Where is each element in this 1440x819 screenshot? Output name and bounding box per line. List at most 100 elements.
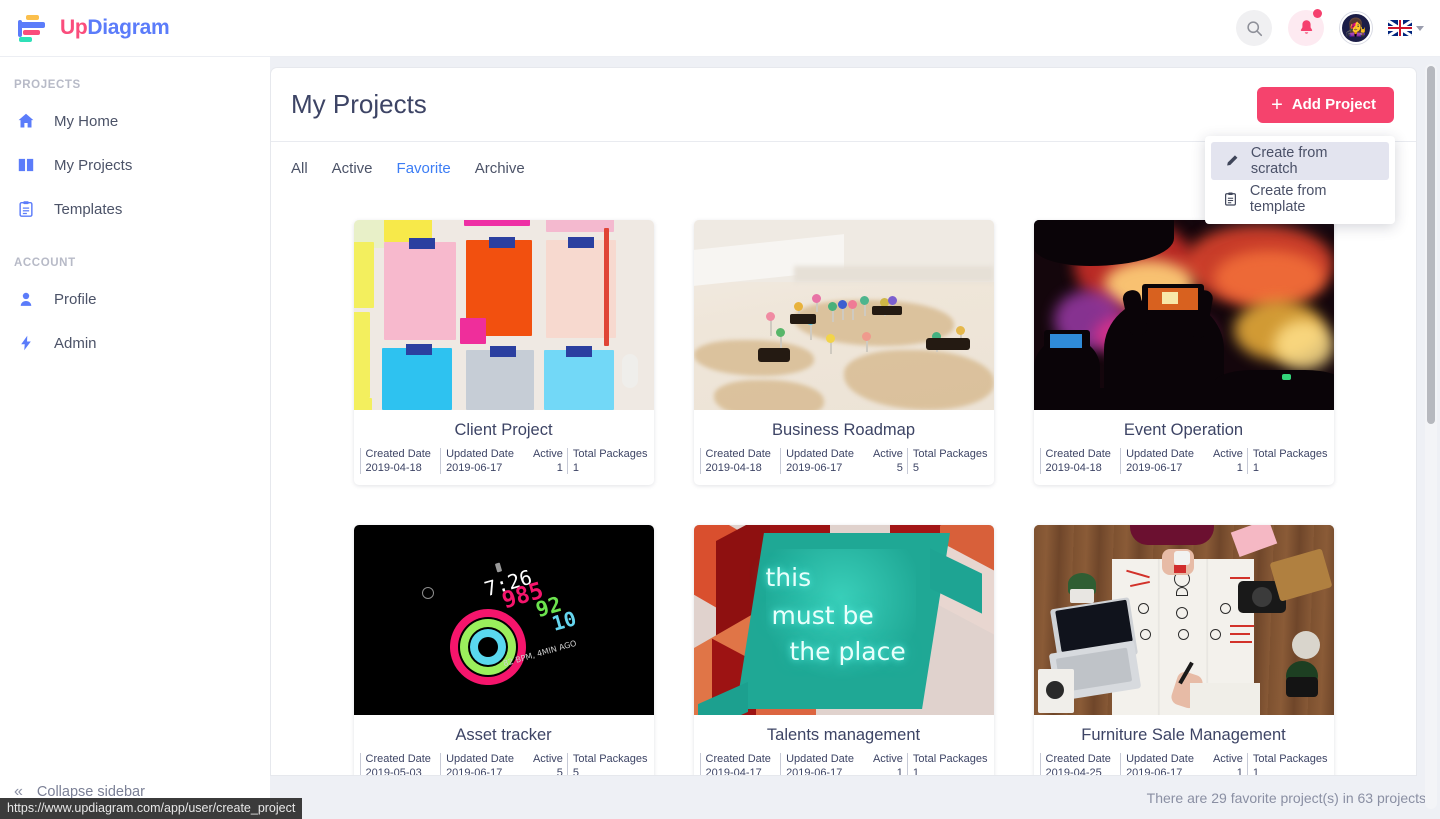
sidebar-item-admin[interactable]: Admin [0, 321, 270, 365]
menu-item-label: Create from template [1249, 183, 1327, 215]
menu-item-create-from-scratch[interactable]: Create from scratch [1211, 142, 1389, 180]
meta-value-created: 2019-04-17 [705, 767, 762, 775]
page-scrollbar[interactable] [1425, 64, 1437, 809]
project-card[interactable]: this must be the place Talents managemen… [693, 525, 994, 775]
sidebar-item-profile[interactable]: Profile [0, 277, 270, 321]
project-meta: Created Date 2019-05-03 Updated Date 201… [354, 753, 654, 775]
meta-label-created: Created Date [705, 448, 771, 460]
logo-text-up: Up [60, 16, 88, 39]
neon-line-3: the place [789, 637, 906, 666]
project-card[interactable]: Business Roadmap Created Date 2019-04-18… [693, 220, 994, 485]
meta-value-total: 1 [912, 767, 920, 775]
project-thumbnail-map-pins [693, 220, 994, 410]
project-card[interactable]: Furniture Sale Management Created Date 2… [1033, 525, 1334, 775]
meta-label-updated: Updated Date [1126, 448, 1194, 460]
meta-value-total: 5 [572, 767, 580, 775]
meta-label-total: Total Packages [1252, 448, 1328, 460]
meta-value-active: 1 [1236, 767, 1243, 775]
meta-label-created: Created Date [365, 448, 431, 460]
tab-all[interactable]: All [291, 160, 308, 177]
sidebar-item-templates[interactable]: Templates [0, 187, 270, 231]
bell-icon [1300, 20, 1312, 34]
projects-summary-text: There are 29 favorite project(s) in 63 p… [1146, 790, 1426, 806]
add-project-button[interactable]: + Add Project [1257, 86, 1394, 123]
project-title: Furniture Sale Management [1081, 726, 1286, 744]
user-avatar[interactable]: 👩‍🎤 [1340, 12, 1372, 44]
uk-flag-icon [1388, 20, 1412, 36]
clipboard-icon [16, 200, 36, 218]
page-title: My Projects [291, 89, 427, 119]
meta-label-active: Active [1212, 448, 1243, 460]
add-project-dropdown-menu: Create from scratch Create from template [1205, 136, 1395, 224]
scrollbar-thumb[interactable] [1427, 66, 1435, 424]
meta-label-created: Created Date [1045, 448, 1111, 460]
home-icon [16, 112, 36, 130]
project-card[interactable]: Client Project Created Date 2019-04-18 U… [353, 220, 654, 485]
meta-label-total: Total Packages [912, 448, 988, 460]
menu-item-label: Create from scratch [1250, 145, 1328, 177]
menu-item-create-from-template[interactable]: Create from template [1211, 180, 1389, 218]
meta-label-active: Active [872, 448, 903, 460]
meta-label-updated: Updated Date [446, 753, 514, 765]
tab-favorite[interactable]: Favorite [397, 160, 451, 177]
meta-value-active: 5 [556, 767, 563, 775]
meta-value-active: 1 [896, 767, 903, 775]
clipboard-icon [1223, 191, 1239, 207]
tab-active[interactable]: Active [332, 160, 373, 177]
sidebar-section-projects-label: PROJECTS [14, 79, 81, 91]
meta-value-updated: 2019-06-17 [1126, 462, 1183, 474]
projects-grid: Client Project Created Date 2019-04-18 U… [271, 220, 1416, 775]
project-card[interactable]: 7:26 985 92 10 82 BPM, 4MIN AGO Asset tr… [353, 525, 654, 775]
meta-value-active: 1 [1236, 462, 1243, 474]
notification-badge-dot [1313, 9, 1322, 18]
search-icon [1246, 20, 1262, 36]
language-selector[interactable] [1388, 20, 1424, 36]
bolt-icon [16, 334, 36, 352]
project-thumbnail-concert [1033, 220, 1334, 410]
meta-label-created: Created Date [705, 753, 771, 765]
meta-value-updated: 2019-06-17 [446, 462, 503, 474]
project-title: Client Project [454, 421, 553, 439]
meta-label-updated: Updated Date [786, 448, 854, 460]
project-meta: Created Date 2019-04-17 Updated Date 201… [694, 753, 994, 775]
logo-text: UpDiagram [60, 16, 170, 40]
project-thumbnail-sticky-notes [353, 220, 654, 410]
sidebar-item-label: My Home [54, 112, 119, 130]
meta-value-created: 2019-04-18 [365, 462, 422, 474]
meta-value-total: 1 [572, 462, 580, 474]
sidebar-item-label: My Projects [54, 156, 133, 174]
meta-value-total: 5 [912, 462, 920, 474]
meta-label-updated: Updated Date [446, 448, 514, 460]
meta-value-created: 2019-04-18 [1045, 462, 1102, 474]
book-icon [16, 156, 36, 174]
project-title: Talents management [766, 726, 921, 744]
project-card[interactable]: Event Operation Created Date 2019-04-18 … [1033, 220, 1334, 485]
meta-label-active: Active [532, 753, 563, 765]
top-bar: UpDiagram 👩‍🎤 [0, 0, 1440, 57]
sidebar-item-my-projects[interactable]: My Projects [0, 143, 270, 187]
meta-label-created: Created Date [1045, 753, 1111, 765]
meta-value-updated: 2019-06-17 [786, 462, 843, 474]
add-project-label: Add Project [1291, 96, 1376, 113]
meta-label-total: Total Packages [572, 448, 648, 460]
app-logo[interactable]: UpDiagram [18, 14, 170, 42]
project-meta: Created Date 2019-04-18 Updated Date 201… [354, 448, 654, 485]
plus-icon: + [1271, 93, 1283, 116]
notifications-button[interactable] [1288, 9, 1324, 46]
project-thumbnail-desk-workspace [1033, 525, 1334, 715]
meta-value-created: 2019-04-18 [705, 462, 762, 474]
tab-archive[interactable]: Archive [475, 160, 525, 177]
sidebar-item-label: Templates [54, 200, 123, 218]
meta-label-total: Total Packages [1252, 753, 1328, 765]
search-button[interactable] [1236, 10, 1272, 46]
browser-status-bar-url: https://www.updiagram.com/app/user/creat… [0, 798, 303, 819]
avatar-glyph: 👩‍🎤 [1345, 18, 1367, 37]
sidebar-item-label: Admin [54, 334, 97, 352]
project-title: Asset tracker [455, 726, 552, 744]
project-title: Business Roadmap [771, 421, 916, 439]
project-thumbnail-neon-sign: this must be the place [693, 525, 994, 715]
meta-label-created: Created Date [365, 753, 431, 765]
project-thumbnail-smartwatch: 7:26 985 92 10 82 BPM, 4MIN AGO [353, 525, 654, 715]
sidebar-item-my-home[interactable]: My Home [0, 99, 270, 143]
meta-value-updated: 2019-06-17 [1126, 767, 1183, 775]
